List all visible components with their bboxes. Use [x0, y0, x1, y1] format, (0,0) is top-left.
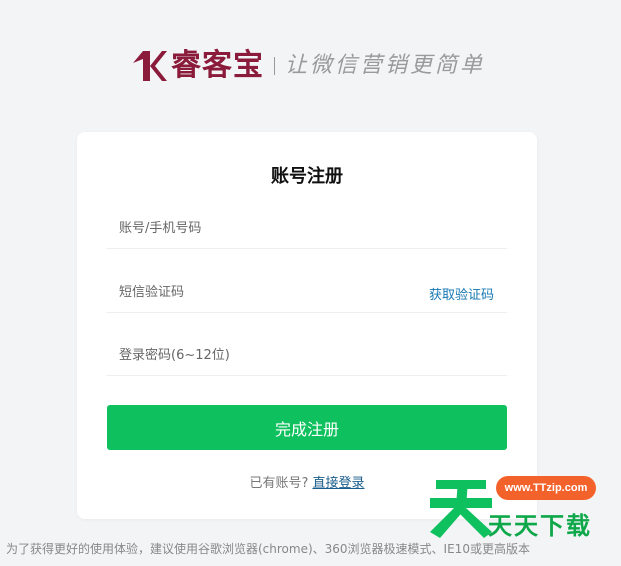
brand-k-icon [133, 51, 167, 81]
watermark-logo-icon [430, 480, 492, 538]
register-card: 账号注册 获取验证码 完成注册 已有账号?直接登录 [77, 132, 537, 519]
watermark-text: 天天下载 [488, 512, 592, 540]
form-title: 账号注册 [271, 166, 343, 187]
sms-code-input[interactable] [107, 272, 399, 312]
account-field-row [107, 208, 507, 249]
brand-divider [274, 57, 275, 75]
brand-name: 睿客宝 [171, 48, 264, 83]
browser-recommendation: 为了获得更好的使用体验，建议使用谷歌浏览器(chrome)、360浏览器极速模式… [6, 542, 530, 556]
sms-field-row: 获取验证码 [107, 272, 507, 313]
account-input[interactable] [107, 208, 399, 248]
get-code-button[interactable]: 获取验证码 [429, 284, 494, 303]
brand-logo: 睿客宝 让微信营销更简单 [131, 46, 485, 86]
password-input[interactable] [107, 335, 399, 375]
login-link[interactable]: 直接登录 [312, 476, 364, 491]
brand-slogan: 让微信营销更简单 [285, 53, 486, 78]
has-account-text: 已有账号? [249, 476, 309, 491]
watermark: www.TTzip.com 天天下载 [428, 470, 618, 540]
password-field-row [107, 335, 507, 376]
watermark-url: www.TTzip.com [496, 476, 596, 500]
submit-register-button[interactable]: 完成注册 [107, 405, 507, 450]
